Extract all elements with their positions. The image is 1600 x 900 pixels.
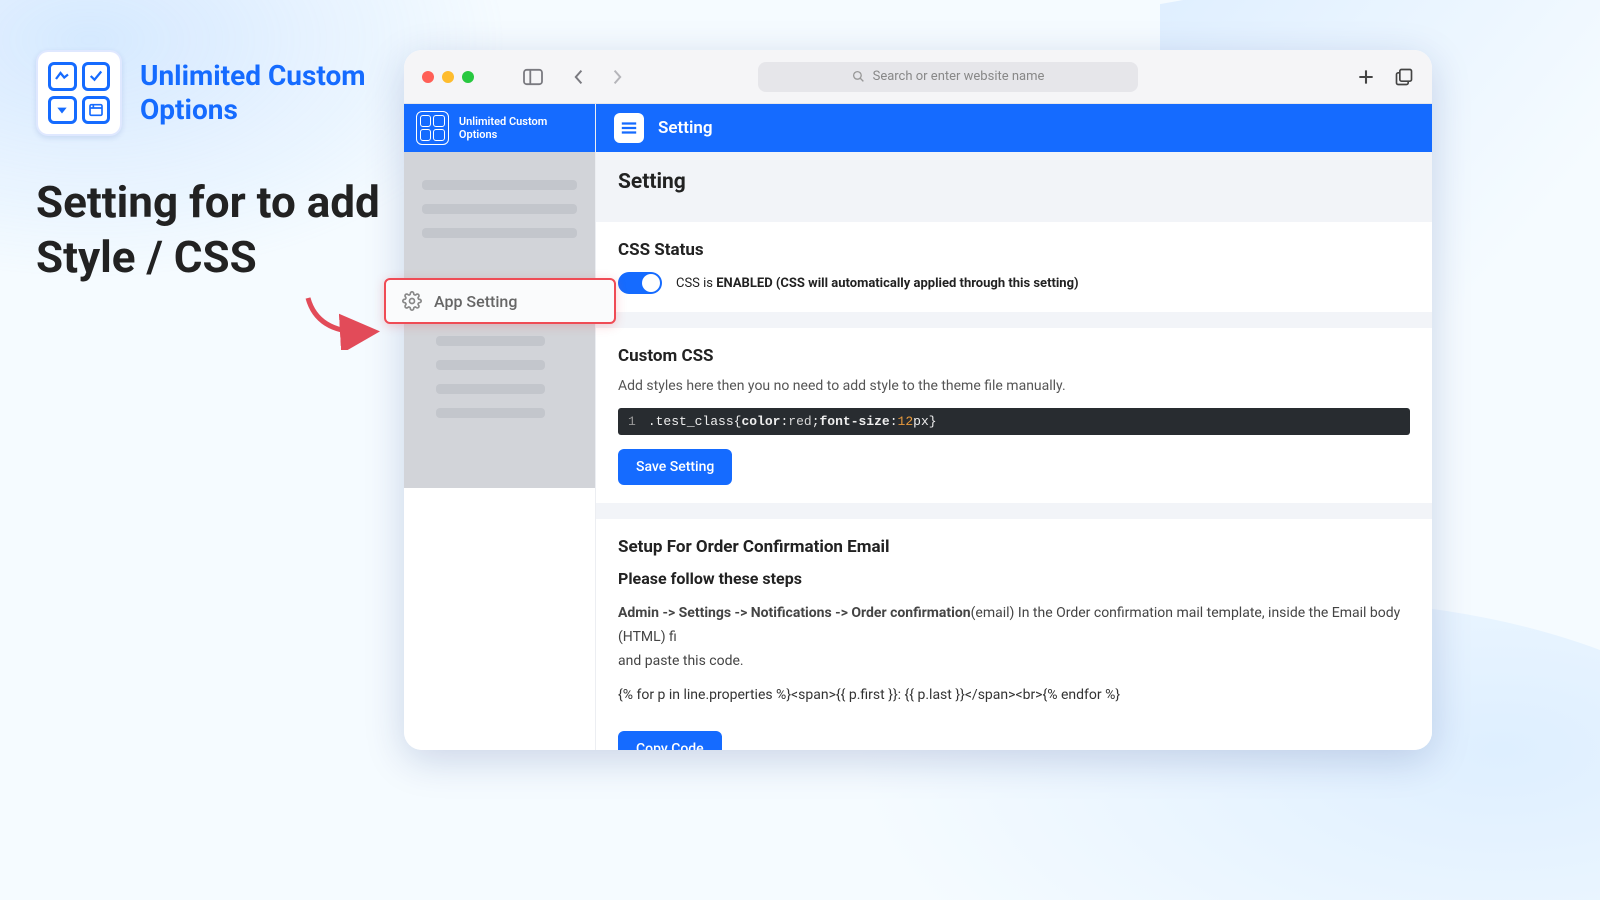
order-email-instructions: Admin -> Settings -> Notifications -> Or… <box>618 602 1410 673</box>
sidebar-toggle-icon[interactable] <box>522 68 544 86</box>
hero-tagline: Setting for to add Style / CSS <box>36 175 396 285</box>
app-main: Setting Setting CSS Status CSS is ENABLE… <box>596 104 1432 750</box>
app-logo-small <box>416 111 449 145</box>
order-email-heading: Setup For Order Confirmation Email <box>618 537 1410 557</box>
search-icon <box>852 70 865 83</box>
url-bar[interactable]: Search or enter website name <box>758 62 1138 92</box>
sidebar-header: Unlimited Custom Options <box>404 104 595 152</box>
url-placeholder: Search or enter website name <box>873 69 1045 84</box>
save-setting-button[interactable]: Save Setting <box>618 449 732 485</box>
copy-code-button[interactable]: Copy Code <box>618 731 722 750</box>
css-status-heading: CSS Status <box>618 240 1410 260</box>
browser-window: Search or enter website name Unlimited C… <box>404 50 1432 750</box>
css-status-toggle[interactable] <box>618 272 662 294</box>
topbar-title: Setting <box>658 118 713 138</box>
maximize-window-icon[interactable] <box>462 71 474 83</box>
custom-css-sub: Add styles here then you no need to add … <box>618 378 1410 394</box>
sidebar-item-app-setting[interactable]: App Setting <box>384 278 616 324</box>
new-tab-icon[interactable] <box>1356 67 1376 87</box>
app-name: Unlimited Custom Options <box>459 115 583 141</box>
close-window-icon[interactable] <box>422 71 434 83</box>
pointer-arrow-icon <box>298 290 388 350</box>
css-status-text: CSS is ENABLED (CSS will automatically a… <box>676 276 1079 291</box>
code-line: .test_class{color:red;font-size:12px} <box>648 414 937 429</box>
order-email-card: Setup For Order Confirmation Email Pleas… <box>596 519 1432 750</box>
traffic-lights[interactable] <box>422 71 474 83</box>
minimize-window-icon[interactable] <box>442 71 454 83</box>
tabs-overview-icon[interactable] <box>1394 67 1414 87</box>
app-topbar: Setting <box>596 104 1432 152</box>
hero-title: Unlimited Custom Options <box>140 59 390 126</box>
nav-back-icon[interactable] <box>572 69 586 85</box>
line-number: 1 <box>628 414 636 429</box>
app-sidebar: Unlimited Custom Options <box>404 104 596 750</box>
custom-css-card: Custom CSS Add styles here then you no n… <box>596 328 1432 503</box>
custom-css-heading: Custom CSS <box>618 346 1410 366</box>
css-editor[interactable]: 1 .test_class{color:red;font-size:12px} <box>618 408 1410 435</box>
steps-title: Please follow these steps <box>618 569 1410 588</box>
app-logo <box>36 50 122 136</box>
gear-icon <box>402 291 422 311</box>
page-title: Setting <box>596 152 1432 206</box>
nav-forward-icon[interactable] <box>610 69 624 85</box>
browser-titlebar: Search or enter website name <box>404 50 1432 104</box>
hero-logo-block: Unlimited Custom Options <box>36 50 390 136</box>
menu-toggle-button[interactable] <box>614 113 644 143</box>
liquid-snippet: {% for p in line.properties %}<span>{{ p… <box>618 687 1410 703</box>
sidebar-item-label: App Setting <box>434 292 517 311</box>
css-status-card: CSS Status CSS is ENABLED (CSS will auto… <box>596 222 1432 312</box>
